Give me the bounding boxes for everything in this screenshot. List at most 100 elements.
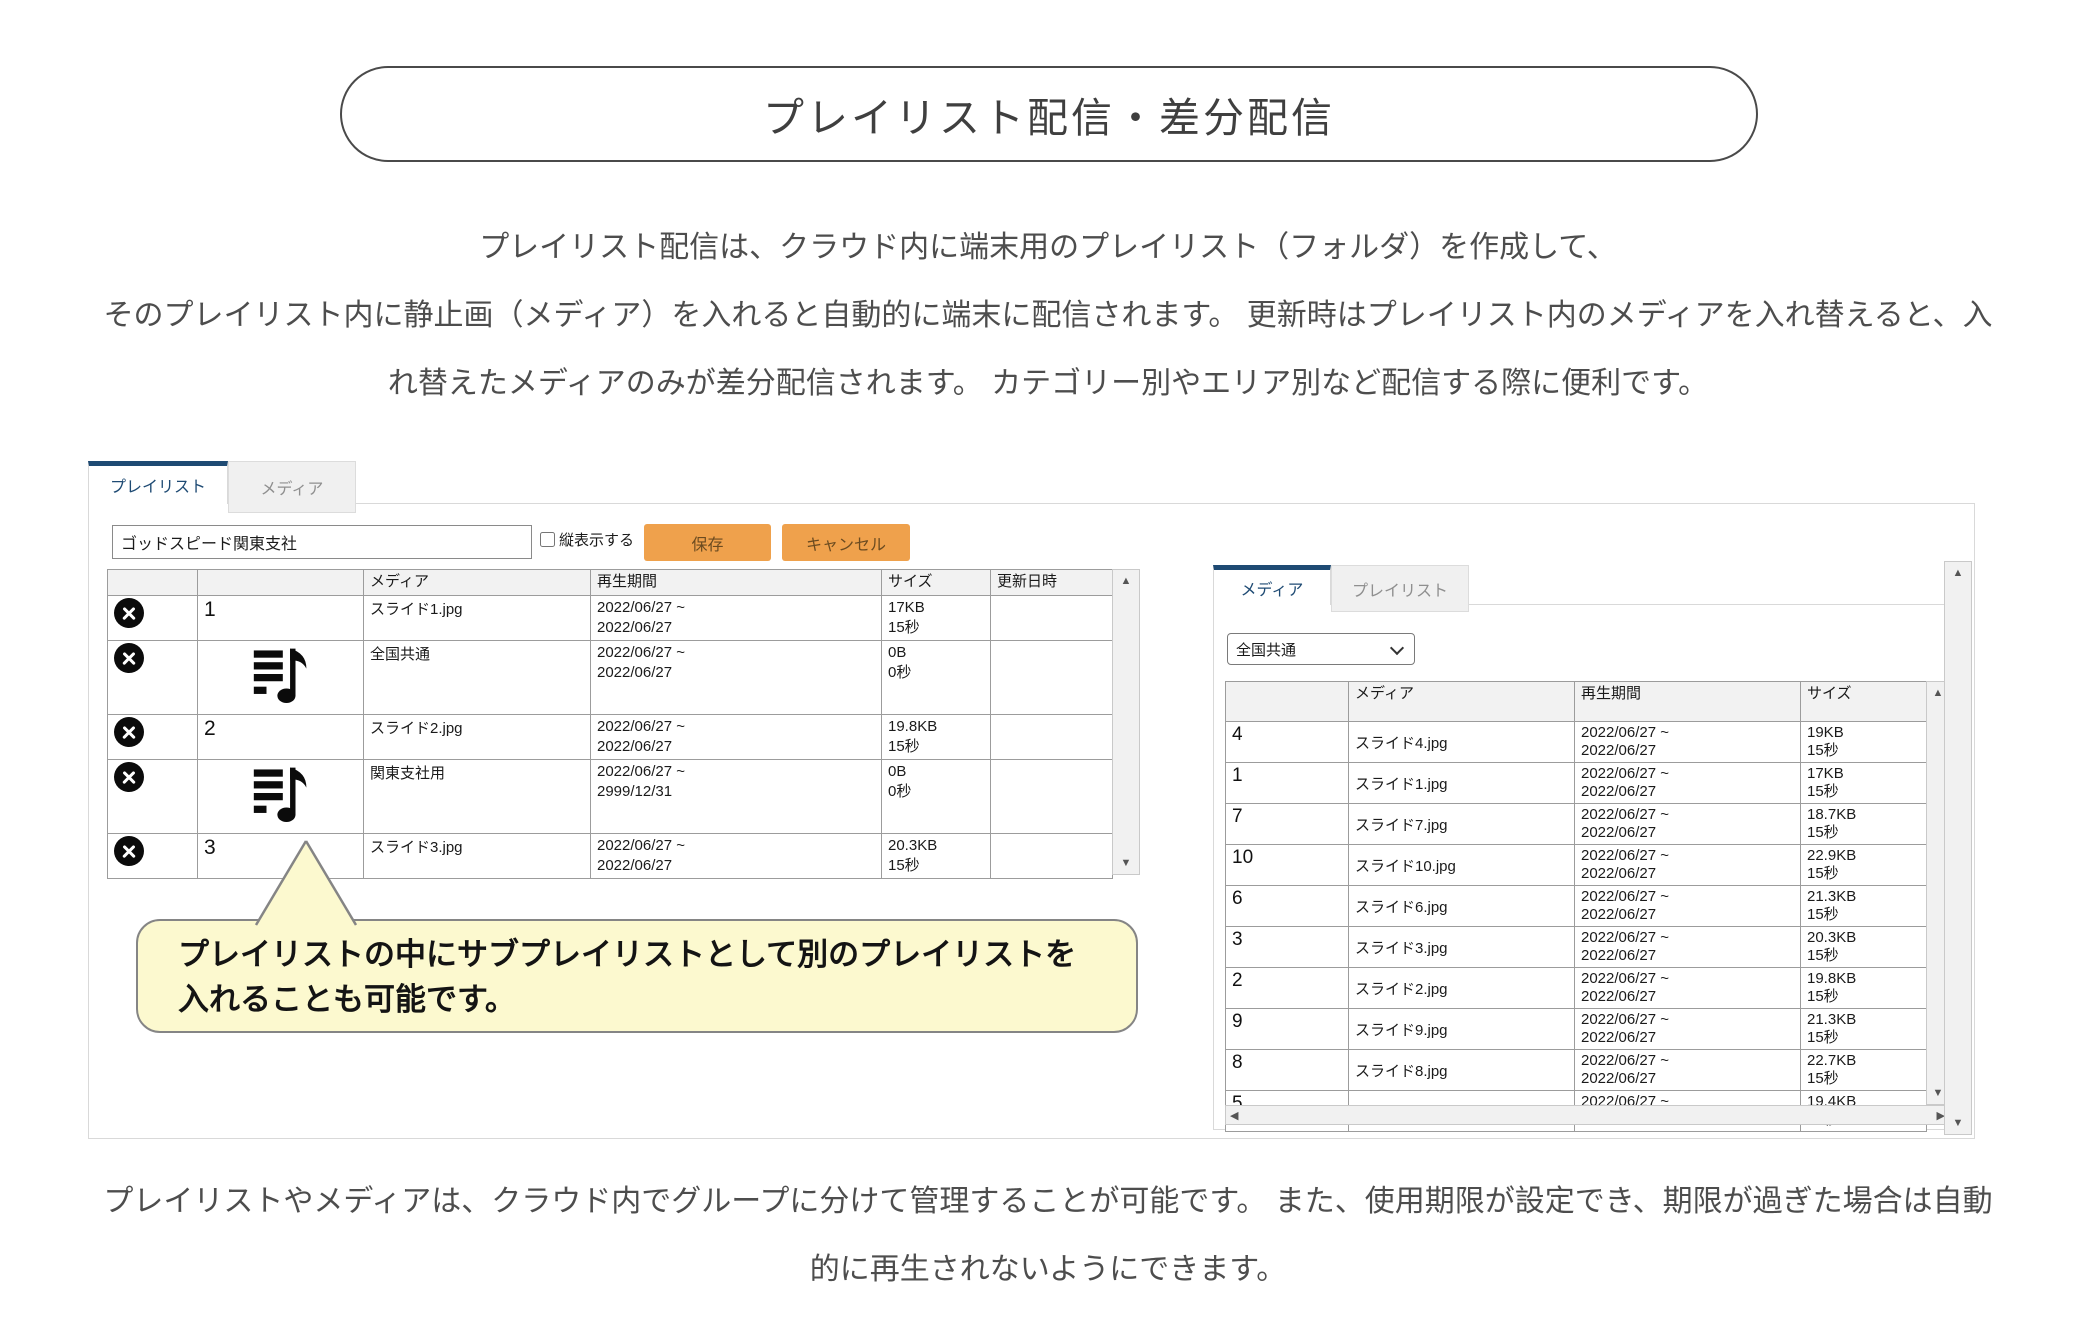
media-table: メディア 再生期間 サイズ 4 スライド4.jpg 2022/06/27 ~20… — [1225, 681, 1927, 1132]
table-row[interactable]: 9 スライド9.jpg 2022/06/27 ~2022/06/27 21.3K… — [1226, 1009, 1927, 1050]
col-size: サイズ — [882, 570, 991, 596]
cell-size: 20.3KB15秒 — [1801, 927, 1927, 968]
cell-media: スライド3.jpg — [1349, 927, 1575, 968]
order-number: 9 — [1232, 1011, 1243, 1032]
scroll-down-icon[interactable]: ▼ — [1113, 854, 1139, 872]
order-number: 3 — [204, 836, 216, 859]
order-number: 10 — [1232, 847, 1253, 868]
tab-media-right[interactable]: メディア — [1213, 565, 1331, 605]
scroll-left-icon[interactable]: ◀ — [1230, 1106, 1238, 1124]
cell-period: 2022/06/27 ~2022/06/27 — [591, 641, 882, 715]
col-media: メディア — [364, 570, 591, 596]
order-number: 2 — [1232, 970, 1243, 991]
col-delete — [108, 570, 198, 596]
cell-size: 19KB15秒 — [1801, 722, 1927, 763]
cell-size: 19.8KB15秒 — [882, 715, 991, 760]
col-media: メディア — [1349, 682, 1575, 722]
page-scrollbar[interactable]: ▲ ▼ — [1944, 561, 1972, 1135]
scroll-up-icon[interactable]: ▲ — [1113, 572, 1139, 590]
playlist-note-icon — [252, 762, 310, 824]
table-row[interactable]: 1 スライド1.jpg 2022/06/27 ~2022/06/27 17KB1… — [108, 596, 1113, 641]
cell-size: 21.3KB15秒 — [1801, 1009, 1927, 1050]
media-table-header: メディア 再生期間 サイズ — [1226, 682, 1927, 722]
cell-updated — [991, 760, 1113, 834]
page-title: プレイリスト配信・差分配信 — [340, 66, 1758, 162]
playlist-table-header: メディア 再生期間 サイズ 更新日時 — [108, 570, 1113, 596]
callout-bubble: プレイリストの中にサブプレイリストとして別のプレイリストを 入れることも可能です… — [136, 919, 1138, 1033]
callout-line-1: プレイリストの中にサブプレイリストとして別のプレイリストを — [178, 932, 1136, 977]
cell-period: 2022/06/27 ~2022/06/27 — [591, 596, 882, 641]
group-select-value: 全国共通 — [1236, 639, 1296, 660]
tab-playlist[interactable]: プレイリスト — [88, 461, 228, 504]
order-number: 3 — [1232, 929, 1243, 950]
playlist-name-input[interactable] — [112, 525, 532, 559]
col-thumb — [198, 570, 364, 596]
cell-period: 2022/06/27 ~2022/06/27 — [1575, 927, 1801, 968]
table-row[interactable]: 7 スライド7.jpg 2022/06/27 ~2022/06/27 18.7K… — [1226, 804, 1927, 845]
playlist-table: メディア 再生期間 サイズ 更新日時 1 スライド1.jpg 2022/06/2… — [107, 569, 1113, 879]
group-select[interactable]: 全国共通 — [1227, 633, 1415, 665]
callout-line-2: 入れることも可能です。 — [178, 977, 1136, 1022]
scroll-up-icon[interactable]: ▲ — [1945, 564, 1971, 582]
callout-pointer — [248, 839, 368, 927]
table-row[interactable]: 6 スライド6.jpg 2022/06/27 ~2022/06/27 21.3K… — [1226, 886, 1927, 927]
table-row[interactable]: 2 スライド2.jpg 2022/06/27 ~2022/06/27 19.8K… — [108, 715, 1113, 760]
cell-media: 関東支社用 — [364, 760, 591, 834]
vertical-display-label: 縦表示する — [559, 529, 634, 550]
cell-period: 2022/06/27 ~2022/06/27 — [1575, 886, 1801, 927]
table-row[interactable]: 10 スライド10.jpg 2022/06/27 ~2022/06/27 22.… — [1226, 845, 1927, 886]
cell-period: 2022/06/27 ~2022/06/27 — [1575, 968, 1801, 1009]
col-period: 再生期間 — [1575, 682, 1801, 722]
delete-icon[interactable] — [114, 643, 144, 673]
save-button[interactable]: 保存 — [644, 524, 771, 561]
table-row[interactable]: 1 スライド1.jpg 2022/06/27 ~2022/06/27 17KB1… — [1226, 763, 1927, 804]
playlist-table-scrollbar[interactable]: ▲ ▼ — [1112, 569, 1140, 875]
order-number: 4 — [1232, 724, 1243, 745]
cell-size: 17KB15秒 — [882, 596, 991, 641]
outro-line-1: プレイリストやメディアは、クラウド内でグループに分けて管理することが可能です。 … — [0, 1168, 2096, 1236]
cell-size: 22.7KB15秒 — [1801, 1050, 1927, 1091]
tab-media[interactable]: メディア — [228, 461, 356, 513]
table-row[interactable]: 全国共通 2022/06/27 ~2022/06/27 0B0秒 — [108, 641, 1113, 715]
vertical-display-checkbox[interactable] — [540, 532, 555, 547]
cell-size: 20.3KB15秒 — [882, 834, 991, 879]
table-row[interactable]: 3 スライド3.jpg 2022/06/27 ~2022/06/27 20.3K… — [1226, 927, 1927, 968]
cell-size: 22.9KB15秒 — [1801, 845, 1927, 886]
scroll-down-icon[interactable]: ▼ — [1945, 1114, 1971, 1132]
cell-updated — [991, 834, 1113, 879]
media-table-hscrollbar[interactable]: ◀ ▶ — [1225, 1105, 1950, 1125]
table-row[interactable]: 関東支社用 2022/06/27 ~2999/12/31 0B0秒 — [108, 760, 1113, 834]
tab-media-label: メディア — [261, 475, 324, 499]
cell-media: スライド8.jpg — [1349, 1050, 1575, 1091]
table-row[interactable]: 8 スライド8.jpg 2022/06/27 ~2022/06/27 22.7K… — [1226, 1050, 1927, 1091]
cell-size: 18.7KB15秒 — [1801, 804, 1927, 845]
cell-media: スライド3.jpg — [364, 834, 591, 879]
col-period: 再生期間 — [591, 570, 882, 596]
intro-line-3: れ替えたメディアのみが差分配信されます。 カテゴリー別やエリア別など配信する際に… — [0, 350, 2096, 418]
order-number: 8 — [1232, 1052, 1243, 1073]
cell-media: 全国共通 — [364, 641, 591, 715]
cancel-button[interactable]: キャンセル — [782, 524, 910, 561]
table-row[interactable]: 2 スライド2.jpg 2022/06/27 ~2022/06/27 19.8K… — [1226, 968, 1927, 1009]
order-number: 2 — [204, 717, 216, 740]
cell-period: 2022/06/27 ~2022/06/27 — [1575, 763, 1801, 804]
col-updated: 更新日時 — [991, 570, 1113, 596]
order-number: 1 — [1232, 765, 1243, 786]
cell-media: スライド2.jpg — [1349, 968, 1575, 1009]
tab-playlist-right[interactable]: プレイリスト — [1331, 565, 1469, 612]
tab-playlist-right-label: プレイリスト — [1352, 577, 1448, 601]
delete-icon[interactable] — [114, 598, 144, 628]
cell-media: スライド9.jpg — [1349, 1009, 1575, 1050]
table-row[interactable]: 4 スライド4.jpg 2022/06/27 ~2022/06/27 19KB1… — [1226, 722, 1927, 763]
intro-line-1: プレイリスト配信は、クラウド内に端末用のプレイリスト（フォルダ）を作成して、 — [0, 214, 2096, 282]
vertical-display-checkbox-row: 縦表示する — [540, 529, 634, 550]
cell-period: 2022/06/27 ~2022/06/27 — [1575, 1009, 1801, 1050]
cell-size: 17KB15秒 — [1801, 763, 1927, 804]
delete-icon[interactable] — [114, 836, 144, 866]
cell-media: スライド1.jpg — [1349, 763, 1575, 804]
delete-icon[interactable] — [114, 717, 144, 747]
cell-media: スライド2.jpg — [364, 715, 591, 760]
cell-updated — [991, 715, 1113, 760]
delete-icon[interactable] — [114, 762, 144, 792]
cell-size: 0B0秒 — [882, 641, 991, 715]
